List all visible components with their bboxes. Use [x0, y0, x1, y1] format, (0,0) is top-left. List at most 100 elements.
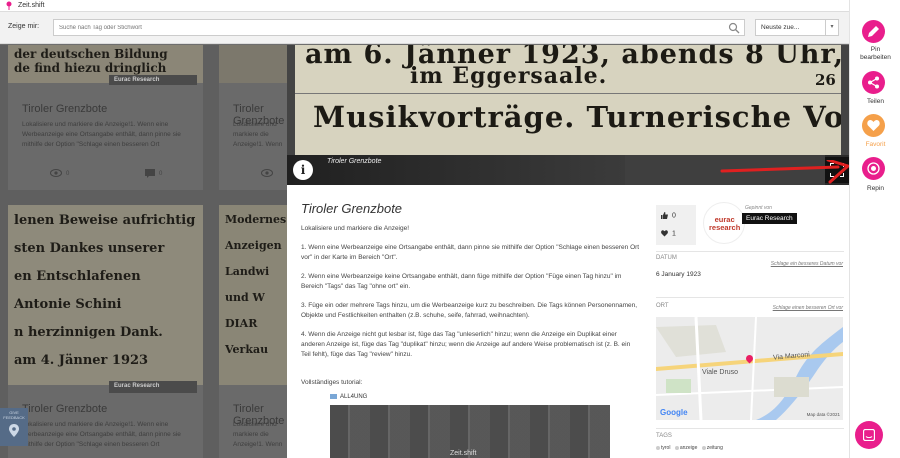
tutorial-document-label: ALL4UNG: [340, 394, 368, 401]
heart-icon: [661, 230, 668, 237]
repin-button[interactable]: [862, 157, 885, 180]
place-label: ORT: [656, 303, 669, 309]
source-badge-label: Eurac Research: [114, 77, 160, 83]
tag-chip[interactable]: zeitung: [702, 445, 723, 451]
chat-button[interactable]: [855, 421, 883, 449]
divider: [656, 251, 844, 252]
pin-title: Tiroler Grenzbote: [301, 201, 403, 216]
tag-chip[interactable]: tyrol: [656, 445, 670, 451]
location-map[interactable]: Viale Druso Via Marconi Google Map data …: [656, 317, 843, 420]
ad-card-image[interactable]: lenen Beweise aufrichtig sten Dankes uns…: [8, 205, 203, 385]
sponsor-name-tooltip: Eurac Research: [742, 213, 797, 224]
like-count[interactable]: 0: [661, 212, 676, 219]
repin-label: Repin: [867, 185, 884, 192]
edit-pin-label: Pin bearbeiten: [860, 46, 891, 61]
ad-card-title[interactable]: Tiroler Grenzbote: [22, 403, 107, 415]
app-title[interactable]: Zeit.shift: [18, 2, 44, 9]
share-label: Teilen: [867, 98, 884, 105]
filter-bar: Zeige mir: Neuste zue... ▾: [0, 12, 849, 44]
river: [656, 317, 843, 420]
feedback-tab[interactable]: GIVE FEEDBACK: [0, 408, 28, 446]
share-icon: [868, 76, 879, 89]
eye-icon: [50, 169, 62, 177]
search-input[interactable]: [54, 20, 714, 35]
pin-intro: Lokalisiere und markiere die Anzeige!: [301, 225, 410, 232]
pin-description: Tiroler Grenzbote Lokalisiere und markie…: [301, 201, 641, 360]
pin-logo-icon: [6, 1, 12, 10]
sponsor-logo-text: eurac research: [709, 215, 741, 232]
chat-icon: [863, 429, 875, 441]
ad-card-description: Lokalisiere und markiere die Anzeige!1. …: [233, 121, 283, 148]
divider: [656, 428, 844, 429]
info-icon[interactable]: i: [293, 160, 313, 180]
ad-image-text-line: im Eggersaale.: [410, 63, 608, 89]
thumbs-up-icon: [661, 212, 668, 219]
ad-card-description: Lokalisiere und markiere die Anzeige!1. …: [22, 121, 181, 148]
sponsor-caption: Gepinnt von: [745, 205, 772, 211]
filter-label: Zeige mir:: [8, 23, 40, 30]
tutorial-document-link[interactable]: ALL4UNG: [330, 394, 367, 400]
sort-select[interactable]: Neuste zue... ▾: [755, 19, 839, 36]
chevron-down-icon[interactable]: ▾: [825, 20, 838, 35]
suggest-place-link[interactable]: Schlage einen besseren Ort vor: [773, 305, 843, 311]
ad-card-description: Lokalisiere und markiere die Anzeige!1. …: [233, 421, 283, 448]
ad-image[interactable]: am 6. Jänner 1923, abends 8 Uhr, im Egge…: [287, 45, 849, 155]
ad-card-image-text: der deutschen Bildung de find hiezu drin…: [14, 47, 168, 75]
search-icon[interactable]: [728, 22, 740, 34]
heart-count[interactable]: 1: [661, 230, 676, 237]
google-logo: Google: [660, 408, 688, 417]
suggest-date-link[interactable]: Schlage ein besseres Datum vor: [771, 261, 843, 267]
video-title: Zeit.shift: [450, 450, 477, 457]
sort-value: Neuste zue...: [761, 24, 800, 31]
heart-count-value: 1: [672, 230, 676, 238]
divider: [656, 297, 844, 298]
feedback-label: GIVE FEEDBACK: [3, 410, 25, 420]
ad-card[interactable]: der deutschen Bildung de find hiezu drin…: [8, 45, 203, 190]
ad-card-views: 0: [66, 171, 70, 177]
tag-list: tyrol anzeige zeitung: [656, 445, 726, 451]
document-icon: [330, 394, 337, 399]
edit-pin-button[interactable]: [862, 20, 885, 43]
annotation-arrow: [720, 160, 850, 184]
instruction-paragraph: 4. Wenn die Anzeige nicht gut lesbar ist…: [301, 331, 631, 358]
pin-detail-modal: am 6. Jänner 1923, abends 8 Uhr, im Egge…: [287, 45, 849, 458]
ad-card-image-text: lenen Beweise aufrichtig sten Dankes uns…: [14, 213, 196, 368]
tags-label: TAGS: [656, 433, 672, 439]
date-value: 6 January 1923: [656, 271, 701, 278]
search-box[interactable]: [53, 19, 745, 36]
repin-icon: [867, 162, 880, 175]
vote-box: 0 1: [656, 205, 696, 245]
instruction-paragraph: 2. Wenn eine Werbeanzeige keine Ortsanga…: [301, 273, 622, 290]
ad-card[interactable]: lenen Beweise aufrichtig sten Dankes uns…: [8, 205, 203, 458]
image-caption: Tiroler Grenzbote: [327, 158, 382, 165]
ad-card-title[interactable]: Tiroler Grenzbote: [22, 103, 107, 115]
share-button[interactable]: [862, 71, 885, 94]
heart-icon: [867, 120, 880, 131]
tag-chip[interactable]: anzeige: [675, 445, 698, 451]
ad-image-text-line: Musikvorträge. Turnerische Vorführungen.: [313, 100, 845, 134]
location-icon: [9, 424, 19, 437]
tutorial-label: Vollständiges tutorial:: [301, 379, 363, 386]
map-copyright: Map data ©2021: [806, 412, 840, 417]
ad-card[interactable]: Tiroler Grenzbote Lokalisiere und markie…: [219, 45, 287, 190]
pencil-icon: [868, 26, 879, 37]
source-badge: Eurac Research: [109, 75, 197, 85]
comment-icon: [145, 169, 155, 178]
ad-card-image[interactable]: [219, 45, 287, 83]
ad-card-image[interactable]: Modernes Anzeigen Landwi und W DIAR Verk…: [219, 205, 287, 385]
action-rail: Pin bearbeiten Teilen Favorit Repin: [849, 0, 900, 458]
instruction-paragraph: 1. Wenn eine Werbeanzeige eine Ortsangab…: [301, 244, 640, 261]
like-count-value: 0: [672, 212, 676, 220]
eye-icon: [261, 169, 273, 177]
sponsor-avatar[interactable]: eurac research: [703, 202, 745, 244]
ad-card-image-text: Modernes Anzeigen Landwi und W DIAR Verk…: [225, 213, 287, 356]
ad-card-description: Lokalisiere und markiere die Anzeige!1. …: [22, 421, 181, 448]
ad-card-source-badge: Eurac Research: [109, 381, 197, 393]
ad-card-comments: 0: [159, 171, 163, 177]
ad-card[interactable]: Modernes Anzeigen Landwi und W DIAR Verk…: [219, 205, 287, 458]
favorite-button[interactable]: [862, 114, 885, 137]
ad-image-number: 26: [815, 71, 836, 89]
tutorial-video[interactable]: Zeit.shift: [330, 405, 610, 458]
instruction-paragraph: 3. Füge ein oder mehrere Tags hinzu, um …: [301, 302, 638, 319]
favorite-label: Favorit: [865, 141, 886, 148]
